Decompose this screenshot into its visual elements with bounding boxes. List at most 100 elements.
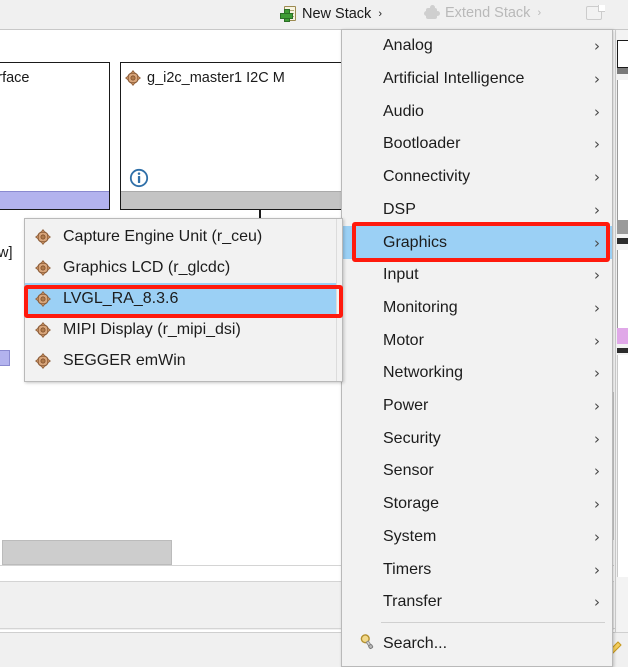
menu-item-power[interactable]: Power › — [342, 390, 612, 423]
right-stack-box-1-footer — [617, 68, 628, 74]
menu-item-analog[interactable]: Analog › — [342, 30, 612, 63]
submenu-item-label: MIPI Display (r_mipi_dsi) — [63, 320, 241, 338]
module-diamond-icon — [35, 290, 51, 307]
extend-stack-label: Extend Stack — [445, 5, 531, 21]
menu-item-artificial-intelligence[interactable]: Artificial Intelligence › — [342, 63, 612, 96]
magnifier-icon — [360, 634, 374, 650]
extend-stack-button[interactable]: Extend Stack › — [424, 5, 541, 21]
submenu-item-label: SEGGER emWin — [63, 351, 186, 369]
stack-box-i2c-master-text: g_i2c_master1 I2C M — [147, 70, 285, 86]
new-stack-caret: › — [378, 7, 382, 20]
menu-item-label: Networking — [383, 364, 464, 382]
chevron-right-icon: › — [594, 298, 600, 317]
chevron-right-icon: › — [594, 593, 600, 612]
chevron-right-icon: › — [594, 266, 600, 285]
menu-item-label: Monitoring — [383, 298, 458, 316]
menu-item-search[interactable]: Search... — [342, 628, 612, 661]
stack-footer-sliver — [0, 350, 10, 366]
chevron-right-icon: › — [594, 560, 600, 579]
right-stack-box-2-footer — [617, 220, 628, 234]
submenu-item-label: LVGL_RA_8.3.6 — [63, 289, 179, 307]
remove-stack-icon — [585, 5, 605, 22]
menu-item-label: Connectivity — [383, 168, 471, 186]
new-stack-icon — [280, 5, 297, 22]
right-stack-box-1[interactable] — [617, 40, 628, 68]
right-stack-box-4[interactable] — [617, 355, 628, 577]
right-stack-box-3-footer — [617, 328, 628, 344]
submenu-item-graphics-lcd[interactable]: Graphics LCD (r_glcdc) — [25, 252, 342, 283]
menu-item-input[interactable]: Input › — [342, 259, 612, 292]
menu-item-label: Bootloader — [383, 135, 461, 153]
menu-item-networking[interactable]: Networking › — [342, 357, 612, 390]
menu-separator — [381, 622, 605, 623]
right-connector-2 — [617, 348, 628, 353]
menu-item-label: Power — [383, 397, 429, 415]
right-connector-1 — [617, 238, 628, 244]
chevron-right-icon: › — [594, 364, 600, 383]
chevron-right-icon: › — [594, 397, 600, 416]
extend-stack-caret: › — [537, 7, 542, 19]
module-diamond-icon — [35, 259, 51, 276]
menu-item-transfer[interactable]: Transfer › — [342, 586, 612, 619]
right-stack-box-2[interactable] — [617, 80, 628, 220]
menu-item-label: Analog — [383, 37, 433, 55]
right-stack-box-3[interactable] — [617, 250, 628, 328]
screenshot-root: : Interface g_i2c_master1 I2C M — [0, 0, 628, 667]
new-stack-category-menu[interactable]: Analog › Artificial Intelligence › Audio › … — [341, 29, 613, 667]
menu-item-security[interactable]: Security › — [342, 422, 612, 455]
menu-item-dsp[interactable]: DSP › — [342, 194, 612, 227]
chevron-right-icon: › — [594, 37, 600, 56]
menu-item-system[interactable]: System › — [342, 521, 612, 554]
menu-item-label: Storage — [383, 495, 440, 513]
info-icon — [129, 168, 149, 188]
submenu-item-mipi-display[interactable]: MIPI Display (r_mipi_dsi) — [25, 314, 342, 345]
chevron-right-icon: › — [594, 233, 600, 252]
menu-item-storage[interactable]: Storage › — [342, 488, 612, 521]
submenu-item-lvgl-ra[interactable]: LVGL_RA_8.3.6 — [25, 283, 342, 314]
menu-item-label: Input — [383, 266, 419, 284]
menu-item-label: Transfer — [383, 593, 442, 611]
menu-item-motor[interactable]: Motor › — [342, 324, 612, 357]
chevron-right-icon: › — [594, 102, 600, 121]
menu-item-label: Motor — [383, 331, 424, 349]
menu-item-timers[interactable]: Timers › — [342, 553, 612, 586]
stack-toolbar: New Stack › Extend Stack › — [0, 0, 628, 30]
new-stack-button[interactable]: New Stack › — [280, 5, 382, 22]
menu-item-bootloader[interactable]: Bootloader › — [342, 128, 612, 161]
chevron-right-icon: › — [594, 70, 600, 89]
remove-stack-button[interactable] — [585, 5, 605, 22]
panel-tab[interactable] — [2, 540, 172, 565]
menu-item-audio[interactable]: Audio › — [342, 95, 612, 128]
menu-item-label: Search... — [383, 635, 448, 653]
menu-item-sensor[interactable]: Sensor › — [342, 455, 612, 488]
submenu-item-segger-emwin[interactable]: SEGGER emWin — [25, 345, 342, 376]
submenu-item-capture-engine-unit[interactable]: Capture Engine Unit (r_ceu) — [25, 221, 342, 252]
chevron-right-icon: › — [594, 200, 600, 219]
puzzle-piece-icon — [424, 5, 440, 21]
chevron-right-icon: › — [594, 527, 600, 546]
menu-item-label: Security — [383, 429, 441, 447]
stack-box-interface[interactable]: : Interface — [0, 62, 110, 210]
menu-item-label: Artificial Intelligence — [383, 70, 525, 88]
menu-item-label: Timers — [383, 560, 432, 578]
submenu-scrollbar[interactable] — [336, 219, 342, 381]
submenu-item-label: Capture Engine Unit (r_ceu) — [63, 227, 263, 245]
chevron-right-icon: › — [594, 331, 600, 350]
module-diamond-icon — [35, 228, 51, 245]
menu-item-label: Sensor — [383, 462, 434, 480]
menu-item-label: DSP — [383, 200, 416, 218]
menu-item-connectivity[interactable]: Connectivity › — [342, 161, 612, 194]
graphics-submenu[interactable]: Capture Engine Unit (r_ceu) Graphics LCD… — [24, 218, 343, 382]
chevron-right-icon: › — [594, 429, 600, 448]
module-diamond-icon — [35, 321, 51, 338]
chevron-right-icon: › — [594, 462, 600, 481]
chevron-right-icon: › — [594, 168, 600, 187]
menu-item-label: Graphics — [383, 233, 448, 251]
chevron-right-icon: › — [594, 495, 600, 514]
new-stack-label: New Stack — [302, 5, 372, 22]
menu-item-graphics[interactable]: Graphics › — [342, 226, 612, 259]
menu-item-monitoring[interactable]: Monitoring › — [342, 292, 612, 325]
chevron-right-icon: › — [594, 135, 600, 154]
module-diamond-icon — [35, 352, 51, 369]
stack-box-interface-footer — [0, 191, 109, 209]
